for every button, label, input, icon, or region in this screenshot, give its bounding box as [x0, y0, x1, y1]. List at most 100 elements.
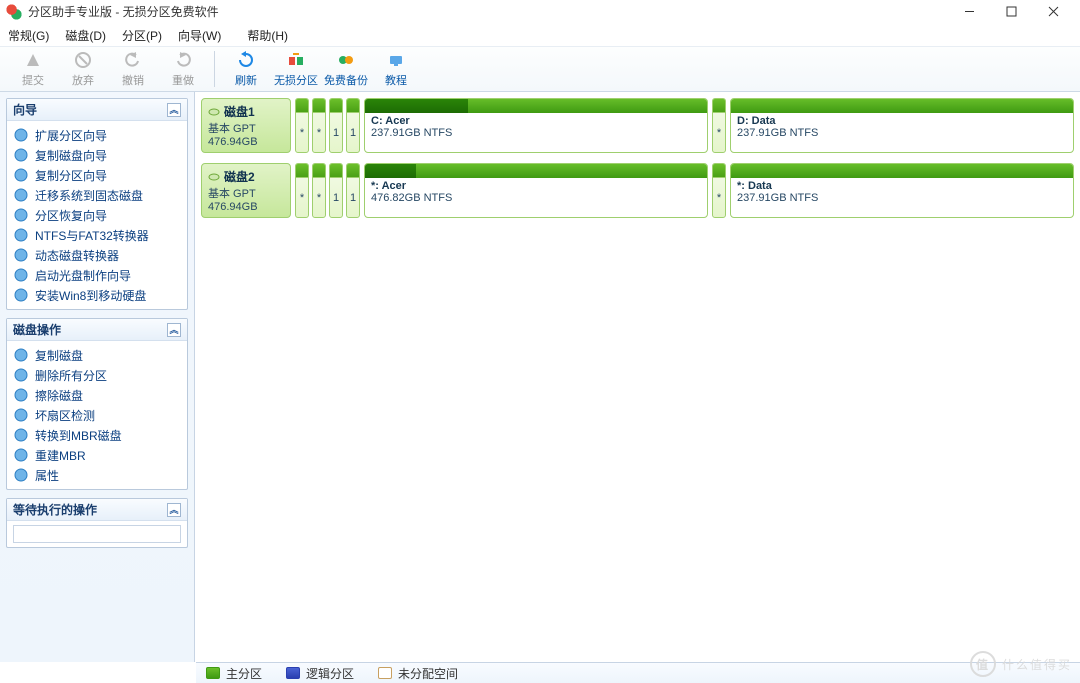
diskops-item-4[interactable]: 转换到MBR磁盘 — [7, 425, 187, 445]
partition-name: *: Acer — [371, 180, 701, 192]
disk-icon — [208, 171, 220, 183]
swatch-unalloc-icon — [378, 667, 392, 679]
toolbar-backup-button[interactable]: 免费备份 — [321, 48, 371, 90]
partition-size: 237.91GB NTFS — [737, 192, 1067, 204]
toolbar-label: 提交 — [22, 72, 44, 88]
slot[interactable]: * — [312, 98, 326, 153]
item-label: 迁移系统到固态磁盘 — [35, 187, 143, 204]
menu-wizard[interactable]: 向导(W) — [178, 27, 221, 44]
reserved-slots: **11 — [295, 98, 360, 153]
bullet-icon — [13, 447, 29, 463]
panel-diskops-header[interactable]: 磁盘操作 ︽ — [7, 319, 187, 341]
toolbar-label: 免费备份 — [324, 72, 368, 88]
wizard-item-3[interactable]: 迁移系统到固态磁盘 — [7, 185, 187, 205]
panel-wizard-header[interactable]: 向导 ︽ — [7, 99, 187, 121]
item-label: 删除所有分区 — [35, 367, 107, 384]
wizard-item-6[interactable]: 动态磁盘转换器 — [7, 245, 187, 265]
disk-row-1: 磁盘2基本 GPT476.94GB**11*: Acer476.82GB NTF… — [201, 163, 1074, 218]
wizard-item-2[interactable]: 复制分区向导 — [7, 165, 187, 185]
diskops-item-3[interactable]: 坏扇区检测 — [7, 405, 187, 425]
item-label: 启动光盘制作向导 — [35, 267, 131, 284]
bullet-icon — [13, 407, 29, 423]
diskops-item-6[interactable]: 属性 — [7, 465, 187, 485]
wizard-item-0[interactable]: 扩展分区向导 — [7, 125, 187, 145]
sidebar: 向导 ︽ 扩展分区向导复制磁盘向导复制分区向导迁移系统到固态磁盘分区恢复向导 NT… — [0, 92, 195, 662]
diskops-item-5[interactable]: 重建MBR — [7, 445, 187, 465]
slot[interactable]: 1 — [346, 98, 360, 153]
slot[interactable]: * — [712, 163, 726, 218]
close-button[interactable] — [1032, 0, 1074, 24]
slot[interactable]: 1 — [329, 98, 343, 153]
wizard-item-4[interactable]: 分区恢复向导 — [7, 205, 187, 225]
toolbar-undo-button: 撤销 — [108, 48, 158, 90]
toolbar-label: 放弃 — [72, 72, 94, 88]
collapse-icon[interactable]: ︽ — [167, 503, 181, 517]
bullet-icon — [13, 387, 29, 403]
wizard-item-5[interactable]: NTFS与FAT32转换器 — [7, 225, 187, 245]
watermark-badge-icon: 值 — [970, 651, 996, 677]
panel-pending: 等待执行的操作 ︽ — [6, 498, 188, 548]
wizard-item-1[interactable]: 复制磁盘向导 — [7, 145, 187, 165]
panel-diskops: 磁盘操作 ︽ 复制磁盘删除所有分区擦除磁盘坏扇区检测转换到MBR磁盘重建MBR 属… — [6, 318, 188, 490]
collapse-icon[interactable]: ︽ — [167, 323, 181, 337]
slot[interactable]: 1 — [346, 163, 360, 218]
partition-name: C: Acer — [371, 115, 701, 127]
disk-row-0: 磁盘1基本 GPT476.94GB**11C: Acer237.91GB NTF… — [201, 98, 1074, 153]
bullet-icon — [13, 167, 29, 183]
partition-1[interactable]: D: Data237.91GB NTFS — [730, 98, 1074, 153]
menu-help[interactable]: 帮助(H) — [247, 27, 288, 44]
toolbar-tutorial-button[interactable]: 教程 — [371, 48, 421, 90]
backup-icon — [336, 50, 356, 70]
panel-pending-header[interactable]: 等待执行的操作 ︽ — [7, 499, 187, 521]
toolbar-redo-button: 重做 — [158, 48, 208, 90]
partition-size: 237.91GB NTFS — [371, 127, 701, 139]
disk-info[interactable]: 磁盘2基本 GPT476.94GB — [201, 163, 291, 218]
menu-general[interactable]: 常规(G) — [8, 27, 49, 44]
slot[interactable]: * — [712, 98, 726, 153]
slot[interactable]: * — [295, 98, 309, 153]
undo-icon — [123, 50, 143, 70]
bullet-icon — [13, 207, 29, 223]
legend-logical: 逻辑分区 — [286, 665, 354, 682]
toolbar-label: 刷新 — [235, 72, 257, 88]
slot[interactable]: * — [295, 163, 309, 218]
collapse-icon[interactable]: ︽ — [167, 103, 181, 117]
partition-name: D: Data — [737, 115, 1067, 127]
swatch-primary-icon — [206, 667, 220, 679]
partition-1[interactable]: *: Data237.91GB NTFS — [730, 163, 1074, 218]
status-bar: 主分区 逻辑分区 未分配空间 — [196, 662, 1080, 683]
item-label: NTFS与FAT32转换器 — [35, 227, 149, 244]
partition-size: 476.82GB NTFS — [371, 192, 701, 204]
slot[interactable]: 1 — [329, 163, 343, 218]
bullet-icon — [13, 287, 29, 303]
usage-bar — [365, 99, 707, 113]
partition-0[interactable]: C: Acer237.91GB NTFS — [364, 98, 708, 153]
toolbar-refresh-button[interactable]: 刷新 — [221, 48, 271, 90]
item-label: 安装Win8到移动硬盘 — [35, 287, 146, 304]
partition-name: *: Data — [737, 180, 1067, 192]
item-label: 重建MBR — [35, 447, 86, 464]
commit-icon — [23, 50, 43, 70]
item-label: 属性 — [35, 467, 59, 484]
maximize-button[interactable] — [990, 0, 1032, 24]
diskops-item-2[interactable]: 擦除磁盘 — [7, 385, 187, 405]
slot[interactable]: * — [312, 163, 326, 218]
disk-info[interactable]: 磁盘1基本 GPT476.94GB — [201, 98, 291, 153]
diskops-item-1[interactable]: 删除所有分区 — [7, 365, 187, 385]
item-label: 转换到MBR磁盘 — [35, 427, 122, 444]
disk-icon — [208, 106, 220, 118]
diskops-item-0[interactable]: 复制磁盘 — [7, 345, 187, 365]
toolbar-lossless-button[interactable]: 无损分区 — [271, 48, 321, 90]
minimize-button[interactable] — [948, 0, 990, 24]
partition-0[interactable]: *: Acer476.82GB NTFS — [364, 163, 708, 218]
legend-primary: 主分区 — [206, 665, 262, 682]
legend-unalloc: 未分配空间 — [378, 665, 458, 682]
tutorial-icon — [386, 50, 406, 70]
menu-partition[interactable]: 分区(P) — [122, 27, 162, 44]
wizard-item-7[interactable]: 启动光盘制作向导 — [7, 265, 187, 285]
bullet-icon — [13, 427, 29, 443]
panel-pending-title: 等待执行的操作 — [13, 501, 97, 518]
menu-disk[interactable]: 磁盘(D) — [65, 27, 106, 44]
bullet-icon — [13, 187, 29, 203]
wizard-item-8[interactable]: 安装Win8到移动硬盘 — [7, 285, 187, 305]
